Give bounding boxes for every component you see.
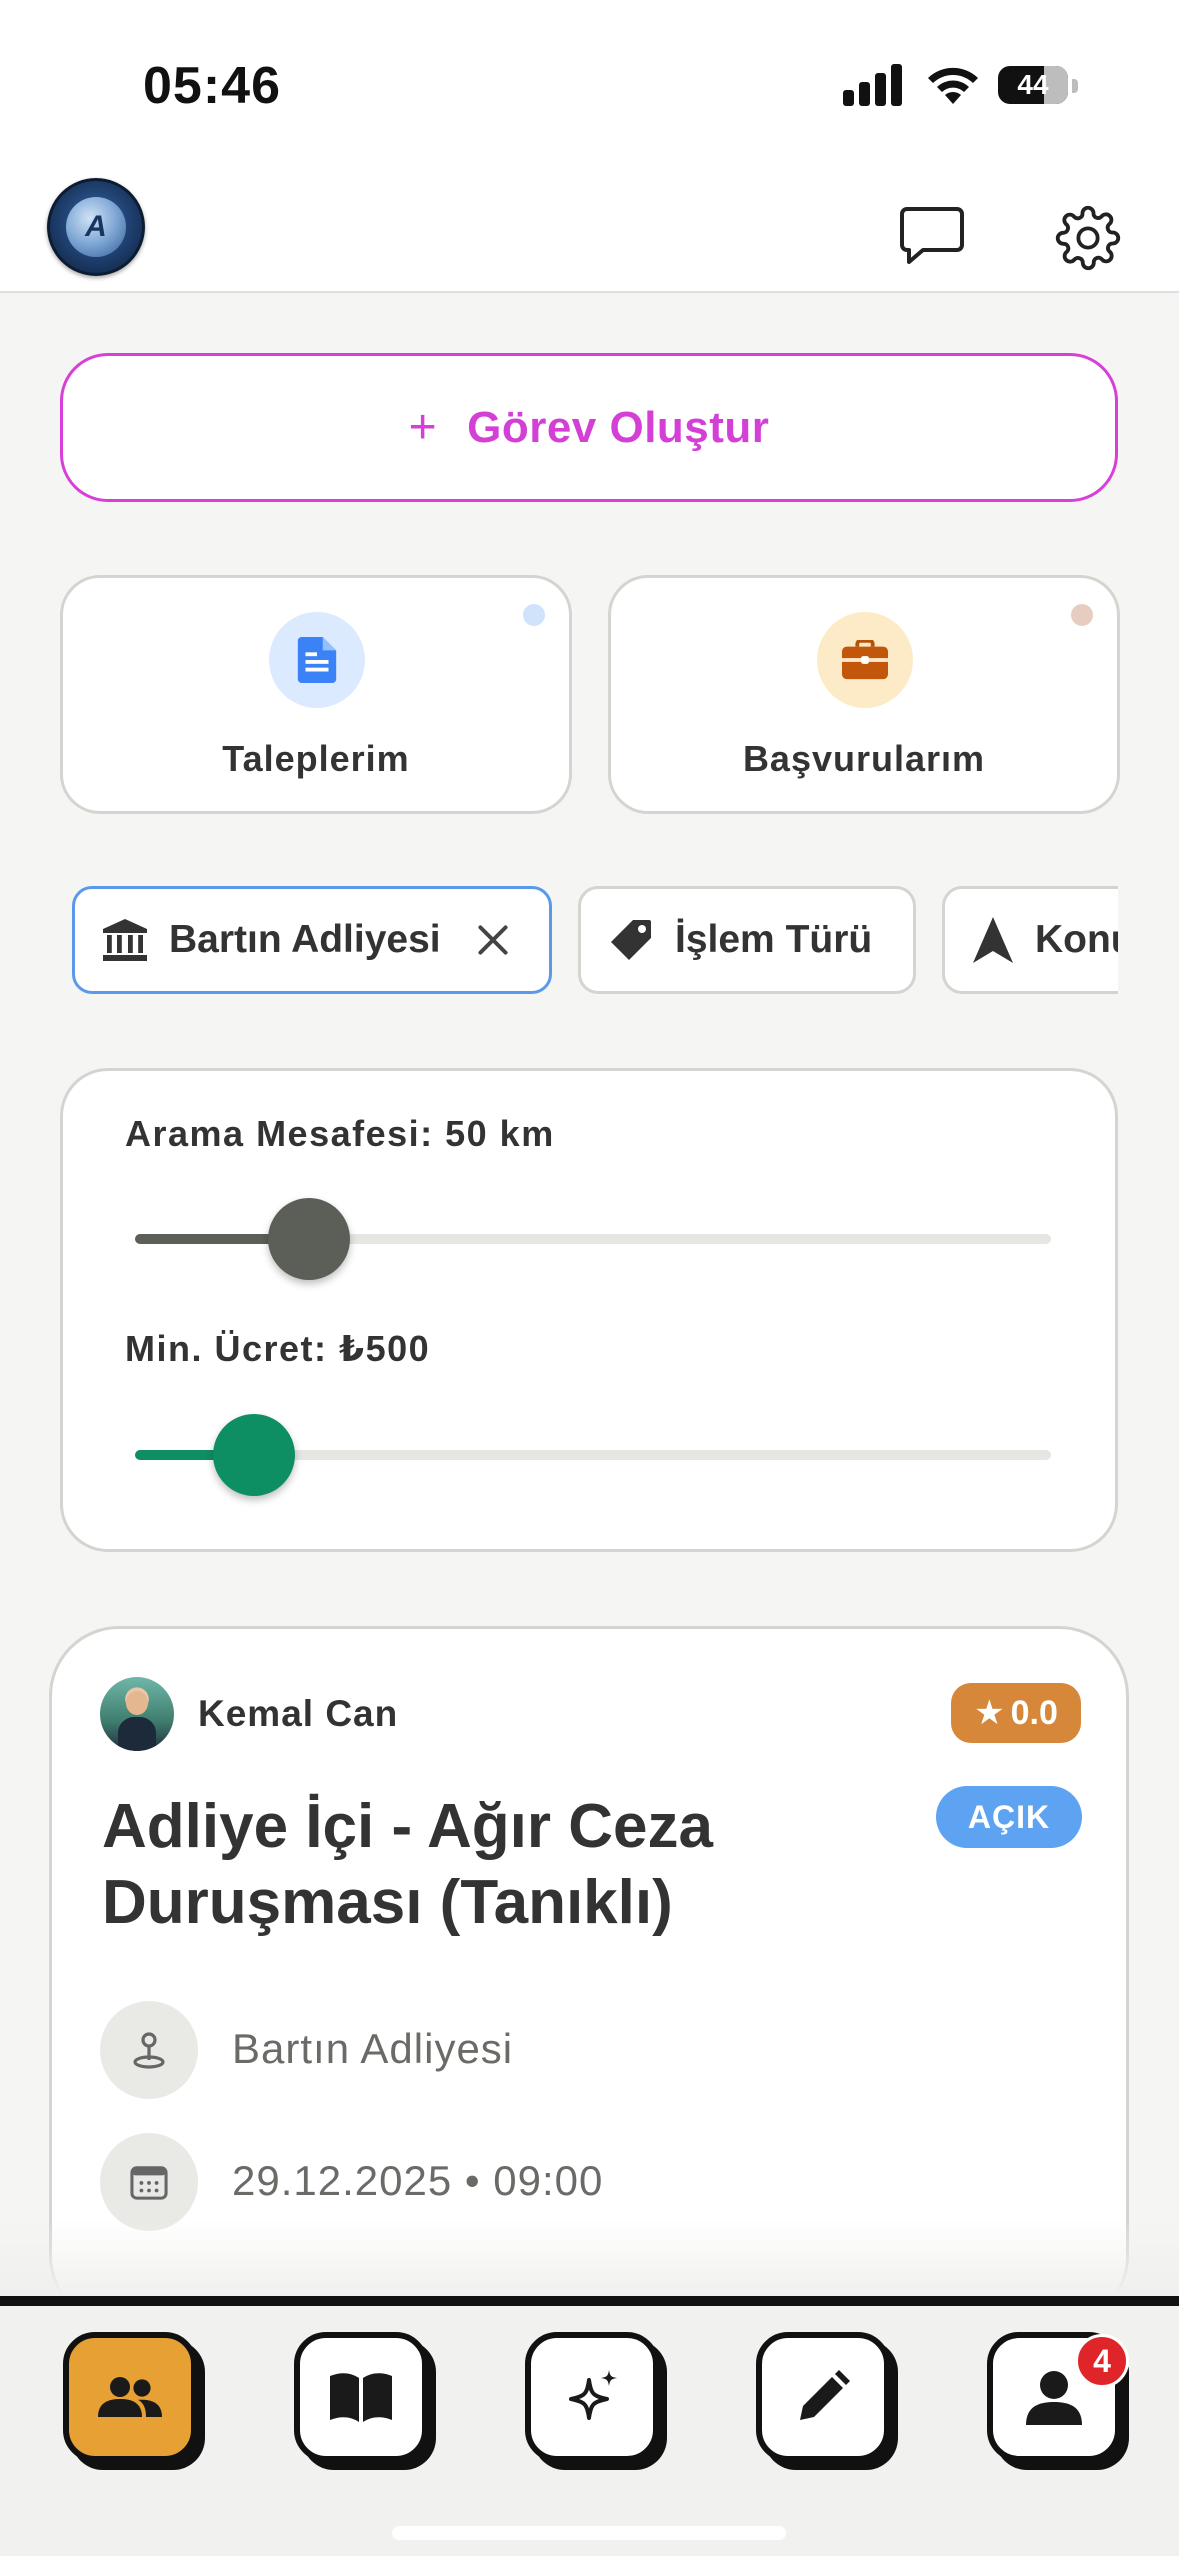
create-task-button[interactable]: + Görev Oluştur bbox=[60, 353, 1118, 502]
my-requests-card[interactable]: Taleplerim bbox=[60, 575, 572, 814]
my-applications-card[interactable]: Başvurularım bbox=[608, 575, 1120, 814]
filter-chip-label: İşlem Türü bbox=[675, 918, 873, 961]
filter-chip-label: Bartın Adliyesi bbox=[169, 918, 441, 961]
star-icon: ★ bbox=[974, 1694, 1005, 1732]
plus-icon: + bbox=[408, 401, 438, 454]
battery-level: 44 bbox=[1017, 69, 1049, 100]
min-fee-label: Min. Ücret: ₺500 bbox=[125, 1328, 431, 1369]
avatar bbox=[100, 1677, 174, 1751]
wifi-icon bbox=[928, 67, 978, 104]
nav-library[interactable] bbox=[294, 2332, 428, 2462]
task-location: Bartın Adliyesi bbox=[232, 2025, 514, 2072]
app-header bbox=[0, 0, 1179, 293]
task-datetime: 29.12.2025 • 09:00 bbox=[232, 2157, 604, 2204]
rating-badge: ★ 0.0 bbox=[951, 1683, 1081, 1743]
tag-icon bbox=[609, 918, 653, 962]
battery-icon: 44 bbox=[998, 66, 1068, 104]
search-sliders-card: Arama Mesafesi: 50 km Min. Ücret: ₺500 bbox=[60, 1068, 1118, 1552]
app-logo[interactable]: A bbox=[47, 178, 145, 276]
status-icons: 44 bbox=[843, 62, 1083, 110]
status-badge: AÇIK bbox=[936, 1786, 1082, 1848]
book-icon bbox=[330, 2372, 392, 2422]
home-indicator bbox=[392, 2526, 786, 2540]
nav-ai[interactable] bbox=[525, 2332, 659, 2462]
calendar-icon bbox=[100, 2133, 198, 2231]
create-task-label: Görev Oluştur bbox=[467, 402, 770, 452]
navigation-arrow-icon bbox=[973, 917, 1013, 963]
task-location-row: Bartın Adliyesi bbox=[100, 2001, 1000, 2101]
sparkle-icon bbox=[563, 2368, 621, 2426]
min-fee-slider-thumb[interactable] bbox=[213, 1414, 296, 1496]
notification-badge: 4 bbox=[1075, 2334, 1129, 2388]
status-time: 05:46 bbox=[143, 57, 281, 115]
cellular-signal-icon bbox=[843, 62, 905, 106]
chat-bubble-icon[interactable] bbox=[899, 205, 965, 267]
distance-slider-thumb[interactable] bbox=[268, 1198, 351, 1280]
filter-chip-courthouse[interactable]: Bartın Adliyesi bbox=[72, 886, 552, 994]
status-dot bbox=[523, 604, 545, 626]
distance-label: Arama Mesafesi: 50 km bbox=[125, 1113, 555, 1154]
filter-chip-label: Konum bbox=[1035, 918, 1118, 961]
briefcase-icon bbox=[817, 612, 913, 708]
location-pin-icon bbox=[100, 2001, 198, 2099]
poster-name: Kemal Can bbox=[198, 1693, 399, 1734]
task-title: Adliye İçi - Ağır Ceza Duruşması (Tanıkl… bbox=[102, 1792, 713, 1937]
close-icon[interactable] bbox=[475, 922, 511, 958]
filter-chips: Bartın Adliyesi İşlem Türü Konum bbox=[60, 886, 1118, 996]
my-applications-label: Başvurularım bbox=[742, 738, 986, 779]
gear-icon[interactable] bbox=[1055, 205, 1121, 271]
people-icon bbox=[98, 2375, 162, 2419]
filter-chip-operation-type[interactable]: İşlem Türü bbox=[578, 886, 916, 994]
status-dot bbox=[1071, 604, 1093, 626]
courthouse-icon bbox=[103, 919, 147, 961]
my-requests-label: Taleplerim bbox=[222, 738, 410, 779]
task-datetime-row: 29.12.2025 • 09:00 bbox=[100, 2133, 1000, 2233]
rating-value: 0.0 bbox=[1010, 1693, 1058, 1732]
pencil-icon bbox=[796, 2370, 850, 2424]
nav-community[interactable] bbox=[63, 2332, 197, 2462]
document-icon bbox=[269, 612, 365, 708]
nav-edit[interactable] bbox=[756, 2332, 890, 2462]
profile-icon bbox=[1026, 2369, 1082, 2425]
filter-chip-location[interactable]: Konum bbox=[942, 886, 1118, 994]
